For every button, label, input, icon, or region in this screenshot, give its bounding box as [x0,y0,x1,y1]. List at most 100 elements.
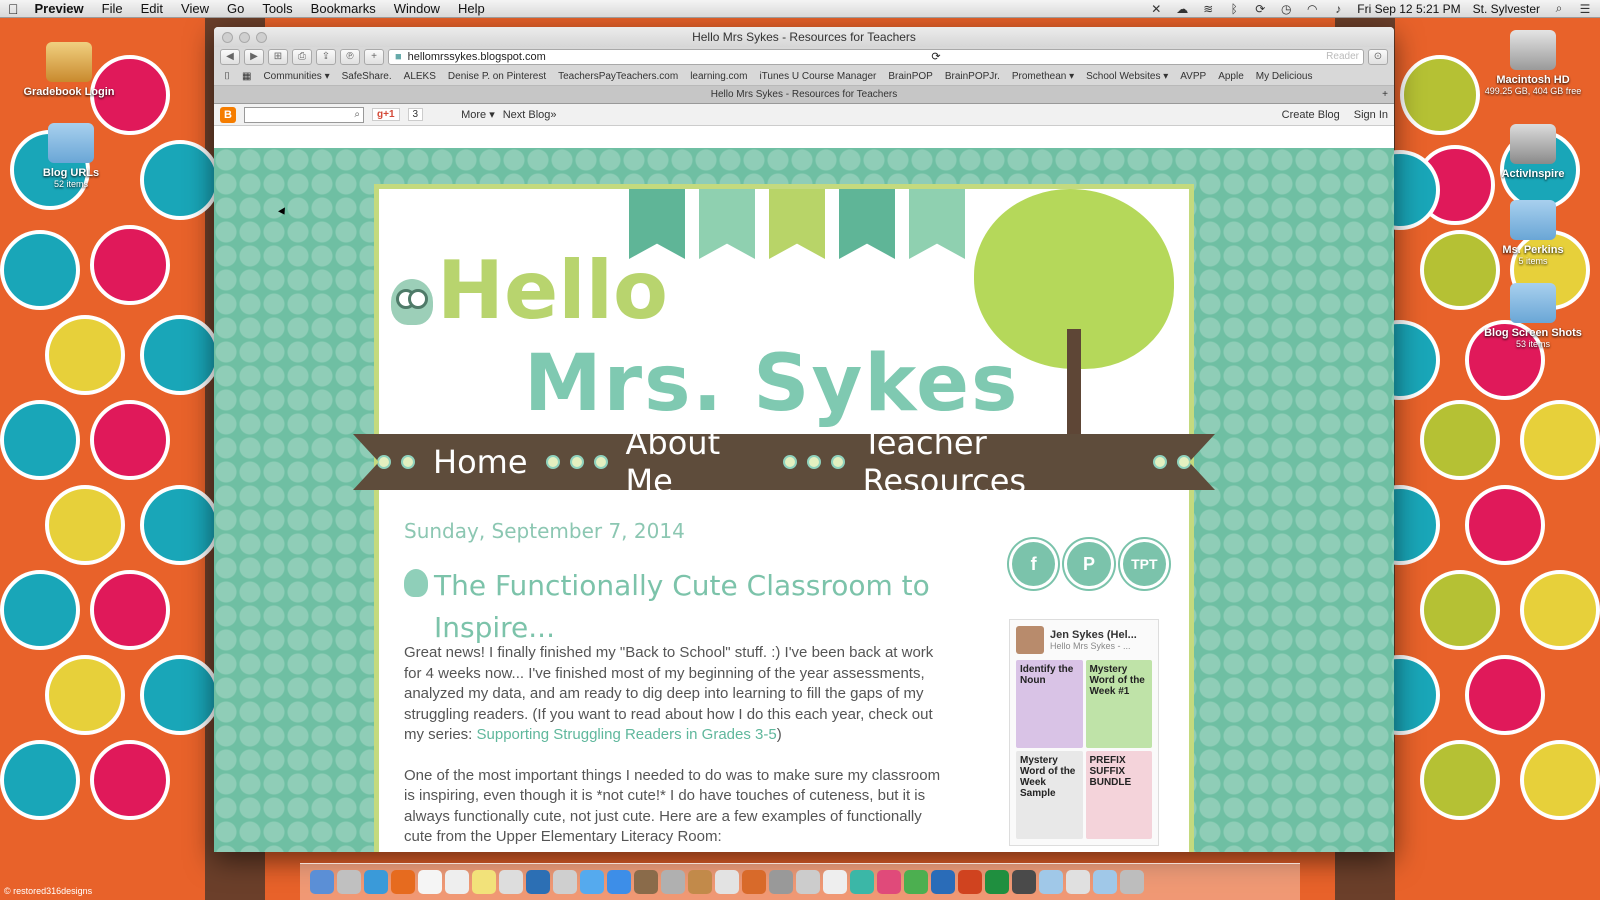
spotlight-search-icon[interactable]: ⌕ [1552,1,1566,16]
documents-folder-icon[interactable] [1066,870,1090,894]
firefox-icon[interactable] [391,870,415,894]
sign-in-link[interactable]: Sign In [1354,109,1388,121]
nav-teacher-resources[interactable]: Teacher Resources [863,434,1135,490]
app-store-icon[interactable] [607,870,631,894]
close-x-icon[interactable]: ✕ [1149,2,1163,16]
bookmark-tpt[interactable]: TeachersPayTeachers.com [558,71,678,82]
photoshop-elements-icon[interactable] [526,870,550,894]
top-sites-icon[interactable]: ▦ [242,71,251,82]
desktop-icon-macintosh-hd[interactable]: Macintosh HD 499.25 GB, 404 GB free [1478,30,1588,96]
post-title[interactable]: The Functionally Cute Classroom to Inspi… [434,565,944,649]
apple-menu-icon[interactable]:  [8,1,19,17]
desktop-icon-blog-screen-shots[interactable]: Blog Screen Shots 53 items [1478,283,1588,349]
bookmark-brainpop[interactable]: BrainPOP [888,71,932,82]
menu-view[interactable]: View [181,1,209,16]
bookmark-denise-pinterest[interactable]: Denise P. on Pinterest [448,71,546,82]
bookmark-itunes-u[interactable]: iTunes U Course Manager [759,71,876,82]
safari-icon[interactable] [364,870,388,894]
cloud-icon[interactable]: ☁ [1175,2,1189,16]
system-preferences-icon[interactable] [769,870,793,894]
blog-search-input[interactable]: ⌕ [244,106,364,123]
itunes-icon[interactable] [580,870,604,894]
reader-button[interactable]: Reader [1326,50,1359,64]
bookmark-avpp[interactable]: AVPP [1180,71,1206,82]
powerpoint-icon[interactable] [958,870,982,894]
keynote-icon[interactable] [796,870,820,894]
menu-bookmarks[interactable]: Bookmarks [311,1,376,16]
calendar-icon[interactable] [418,870,442,894]
garageband-icon[interactable] [688,870,712,894]
downloads-icon[interactable]: ⊙ [1368,49,1388,65]
menu-window[interactable]: Window [394,1,440,16]
series-link[interactable]: Supporting Struggling Readers in Grades … [477,726,777,743]
desktop-icon-gradebook[interactable]: Gradebook Login [14,42,124,98]
user-name[interactable]: St. Sylvester [1473,2,1540,16]
app-icon[interactable] [1012,870,1036,894]
blogger-logo-icon[interactable]: B [220,106,236,123]
bookmark-safeshare[interactable]: SafeShare. [342,71,392,82]
next-blog-link[interactable]: Next Blog» [503,109,557,121]
blog-title-name[interactable]: Mrs. Sykes [524,339,1019,429]
tpt-icon[interactable]: TPT [1119,539,1169,589]
pin-tile[interactable]: Identify the Noun [1016,660,1083,748]
pinterest-icon[interactable]: ℗ [340,49,360,65]
time-machine-icon[interactable]: ◷ [1279,2,1293,16]
print-icon[interactable]: ⎙ [292,49,312,65]
desktop-icon-activinspire[interactable]: ActivInspire [1478,124,1588,180]
imovie-icon[interactable] [661,870,685,894]
menu-file[interactable]: File [102,1,123,16]
url-text[interactable]: hellomrssykes.blogspot.com [408,50,546,64]
launchpad-icon[interactable] [337,870,361,894]
bluetooth-icon[interactable]: ᛒ [1227,2,1241,16]
add-tab-icon[interactable]: + [364,49,384,65]
zoom-window-icon[interactable] [256,32,267,43]
downloads-folder-icon[interactable] [1039,870,1063,894]
textedit-icon[interactable] [499,870,523,894]
share-icon[interactable]: ⇪ [316,49,336,65]
blog-title-hello[interactable]: Hello [437,244,668,337]
bookmark-brainpopjr[interactable]: BrainPOPJr. [945,71,1000,82]
excel-icon[interactable] [985,870,1009,894]
new-tab-icon[interactable]: + [1382,86,1388,104]
preview-icon[interactable] [553,870,577,894]
word-icon[interactable] [931,870,955,894]
minimize-window-icon[interactable] [239,32,250,43]
window-titlebar[interactable]: Hello Mrs Sykes - Resources for Teachers [214,27,1394,47]
pin-profile-name[interactable]: Jen Sykes (Hel... [1050,629,1137,641]
sync-icon[interactable]: ⟳ [1253,2,1267,16]
google-plus-button[interactable]: g+1 [372,108,400,121]
app-icon[interactable] [877,870,901,894]
facebook-icon[interactable]: f [1009,539,1059,589]
trash-icon[interactable] [1120,870,1144,894]
chrome-icon[interactable] [904,870,928,894]
back-button[interactable]: ◀ [220,49,240,65]
bookmark-promethean[interactable]: Promethean ▾ [1012,71,1074,82]
menu-app-name[interactable]: Preview [35,1,84,16]
address-bar[interactable]: ■ hellomrssykes.blogspot.com ⟳ Reader [388,49,1364,65]
create-blog-link[interactable]: Create Blog [1282,109,1340,121]
nav-home[interactable]: Home [433,443,528,481]
pin-tile[interactable]: Mystery Word of the Week #1 [1085,660,1152,748]
bookmark-communities[interactable]: Communities ▾ [263,71,329,82]
pages-icon[interactable] [823,870,847,894]
active-tab[interactable]: Hello Mrs Sykes - Resources for Teachers [711,89,898,100]
search-icon[interactable]: ⌕ [354,109,360,120]
notes-icon[interactable] [472,870,496,894]
sidebar-icon[interactable]: ⊞ [268,49,288,65]
activinspire-icon[interactable] [850,870,874,894]
applications-folder-icon[interactable] [1093,870,1117,894]
menu-tools[interactable]: Tools [262,1,292,16]
pin-tile[interactable]: PREFIX SUFFIX BUNDLE [1085,751,1152,839]
contacts-icon[interactable] [445,870,469,894]
reload-icon[interactable]: ⟳ [931,50,940,64]
avatar[interactable] [1016,626,1044,654]
airport-icon[interactable]: ◠ [1305,2,1319,16]
menu-go[interactable]: Go [227,1,244,16]
clock[interactable]: Fri Sep 12 5:21 PM [1357,2,1460,16]
notification-list-icon[interactable]: ☰ [1578,2,1592,16]
bookmark-aleks[interactable]: ALEKS [404,71,436,82]
desktop-icon-ms-perkins[interactable]: Ms. Perkins 5 items [1478,200,1588,266]
bookmark-school-websites[interactable]: School Websites ▾ [1086,71,1168,82]
forward-button[interactable]: ▶ [244,49,264,65]
reading-list-icon[interactable]: ⌷ [224,71,230,82]
